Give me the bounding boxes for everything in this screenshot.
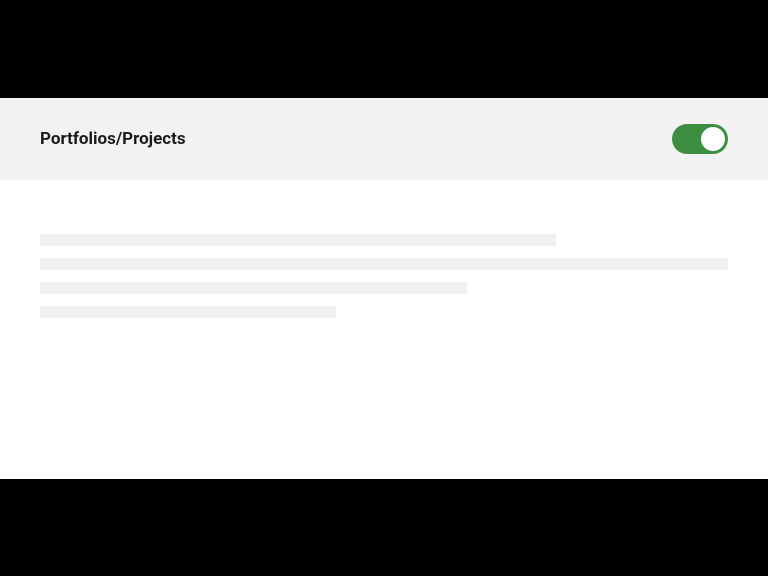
toggle-knob — [701, 127, 725, 151]
skeleton-loader — [0, 180, 768, 318]
skeleton-line — [40, 282, 467, 294]
skeleton-line — [40, 306, 336, 318]
skeleton-line — [40, 258, 728, 270]
portfolios-toggle[interactable] — [672, 124, 728, 154]
content-area: Portfolios/Projects — [0, 98, 768, 479]
skeleton-line — [40, 234, 556, 246]
section-title: Portfolios/Projects — [40, 129, 186, 149]
section-header: Portfolios/Projects — [0, 98, 768, 180]
